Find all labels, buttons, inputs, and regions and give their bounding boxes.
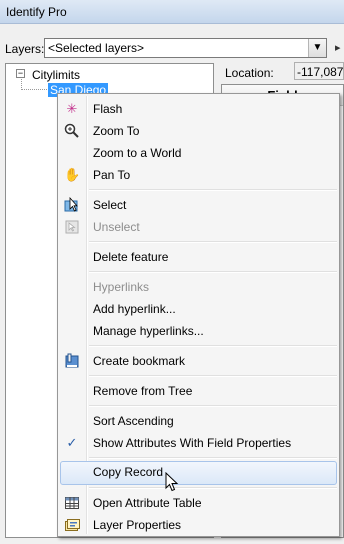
menu-separator [89, 405, 337, 407]
layers-dropdown-value: <Selected layers> [48, 41, 145, 55]
bookmark-icon [64, 353, 80, 369]
flash-icon: ✳ [66, 101, 78, 116]
layers-dropdown[interactable]: <Selected layers> ▼ [44, 38, 327, 58]
zoom-icon [64, 123, 80, 139]
menu-item-label: Zoom To [93, 124, 140, 138]
menu-item-label: Add hyperlink... [93, 302, 176, 316]
menu-item-label: Delete feature [93, 250, 169, 264]
menu-separator [89, 189, 337, 191]
context-menu: ✳ Flash Zoom To Zoom to a World ✋ Pan To… [57, 93, 340, 537]
menu-item-sort-ascending[interactable]: Sort Ascending [60, 410, 337, 432]
menu-item-label: Remove from Tree [93, 384, 193, 398]
layers-label: Layers: [5, 42, 45, 56]
layer-properties-icon [64, 517, 80, 533]
menu-item-zoom-to-world[interactable]: Zoom to a World [60, 142, 337, 164]
collapse-icon[interactable]: − [16, 69, 25, 78]
menu-item-label: Pan To [93, 168, 131, 182]
menu-item-label: Select [93, 198, 127, 212]
menu-item-label: Copy Record [93, 465, 164, 479]
menu-separator [89, 345, 337, 347]
menu-separator [89, 457, 337, 459]
menu-separator [89, 241, 337, 243]
menu-item-select[interactable]: Select [60, 194, 337, 216]
menu-item-copy-record[interactable]: Copy Record [60, 461, 337, 485]
menu-separator [89, 271, 337, 273]
overflow-icon: ▸ [335, 42, 341, 54]
menu-item-hyperlinks[interactable]: Hyperlinks [60, 276, 337, 298]
window-title: Identify Pro [6, 5, 67, 19]
menu-item-label: Unselect [93, 220, 140, 234]
menu-item-show-attributes[interactable]: ✓ Show Attributes With Field Properties [60, 432, 337, 454]
menu-item-zoom-to[interactable]: Zoom To [60, 120, 337, 142]
window-titlebar: Identify Pro [0, 0, 344, 24]
menu-item-open-attribute-table[interactable]: Open Attribute Table [60, 492, 337, 514]
menu-item-manage-hyperlinks[interactable]: Manage hyperlinks... [60, 320, 337, 342]
chevron-down-icon[interactable]: ▼ [308, 39, 326, 57]
menu-item-create-bookmark[interactable]: Create bookmark [60, 350, 337, 372]
menu-item-label: Show Attributes With Field Properties [93, 436, 292, 450]
location-field[interactable]: -117,087 [294, 62, 344, 80]
menu-separator [89, 375, 337, 377]
menu-item-add-hyperlink[interactable]: Add hyperlink... [60, 298, 337, 320]
mouse-pointer-icon [165, 471, 179, 495]
menu-item-label: Layer Properties [93, 518, 182, 532]
menu-item-delete-feature[interactable]: Delete feature [60, 246, 337, 268]
menu-item-label: Flash [93, 102, 123, 116]
menu-item-layer-properties[interactable]: Layer Properties [60, 514, 337, 536]
menu-item-label: Create bookmark [93, 354, 186, 368]
menu-item-label: Zoom to a World [93, 146, 182, 160]
menu-item-label: Hyperlinks [93, 280, 150, 294]
menu-item-label: Open Attribute Table [93, 496, 202, 510]
hand-icon: ✋ [64, 167, 81, 182]
select-icon [64, 196, 80, 213]
checkmark-icon: ✓ [66, 435, 78, 450]
menu-item-label: Manage hyperlinks... [93, 324, 204, 338]
menu-item-unselect[interactable]: Unselect [60, 216, 337, 238]
location-label: Location: [225, 66, 274, 80]
menu-item-pan-to[interactable]: ✋ Pan To [60, 164, 337, 186]
menu-item-label: Sort Ascending [93, 414, 174, 428]
table-icon [64, 495, 80, 511]
location-value: -117,087 [297, 65, 344, 79]
menu-separator [89, 487, 337, 489]
tree-connector [21, 79, 49, 90]
unselect-icon [64, 219, 80, 235]
toolbar-overflow[interactable]: ▸ [333, 38, 344, 58]
menu-item-remove-from-tree[interactable]: Remove from Tree [60, 380, 337, 402]
menu-item-flash[interactable]: ✳ Flash [60, 98, 337, 120]
